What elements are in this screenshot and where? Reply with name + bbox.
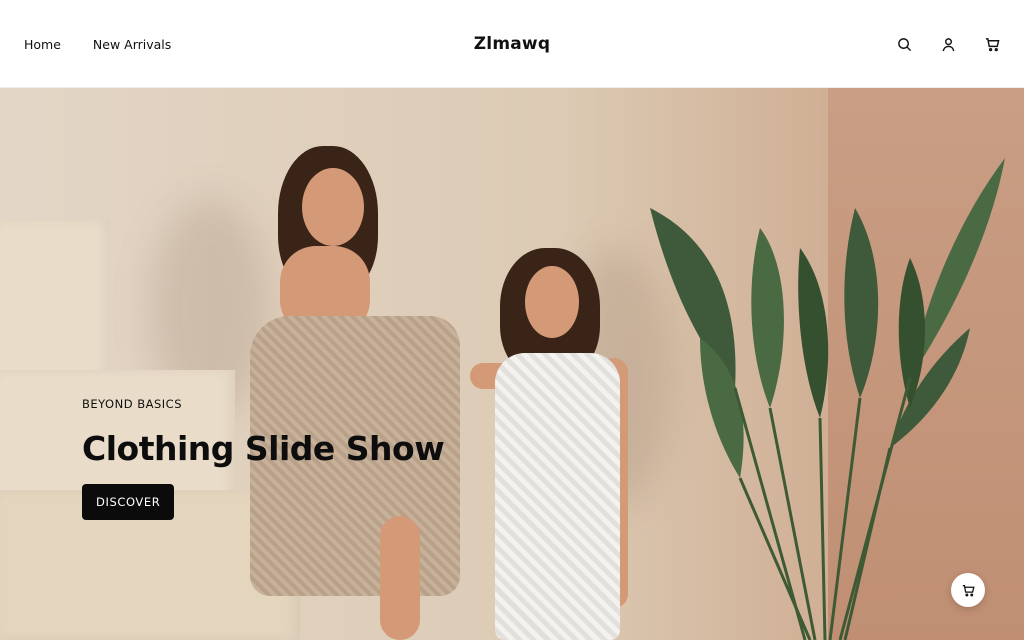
hero-model-left (250, 146, 480, 640)
cart-button[interactable] (980, 32, 1004, 56)
main-nav: Home New Arrivals (24, 0, 171, 88)
nav-new-arrivals-link[interactable]: New Arrivals (93, 37, 171, 52)
brand-logo[interactable]: Zlmawq (474, 34, 550, 54)
hero-banner: BEYOND BASICS Clothing Slide Show DISCOV… (0, 88, 1024, 640)
nav-home-link[interactable]: Home (24, 37, 61, 52)
account-button[interactable] (936, 32, 960, 56)
search-icon (897, 37, 911, 51)
user-icon (942, 37, 954, 51)
hero-text-block: BEYOND BASICS Clothing Slide Show DISCOV… (82, 397, 445, 520)
cart-icon (962, 584, 975, 596)
cart-icon (985, 37, 999, 51)
hero-plant-decoration (650, 158, 1005, 640)
hero-title: Clothing Slide Show (82, 429, 445, 468)
floating-cart-button[interactable] (951, 573, 985, 607)
discover-button[interactable]: DISCOVER (82, 484, 175, 520)
hero-eyebrow: BEYOND BASICS (82, 397, 182, 411)
header-actions (892, 0, 1004, 88)
search-button[interactable] (892, 32, 916, 56)
site-header: Home New Arrivals Zlmawq (0, 0, 1024, 88)
